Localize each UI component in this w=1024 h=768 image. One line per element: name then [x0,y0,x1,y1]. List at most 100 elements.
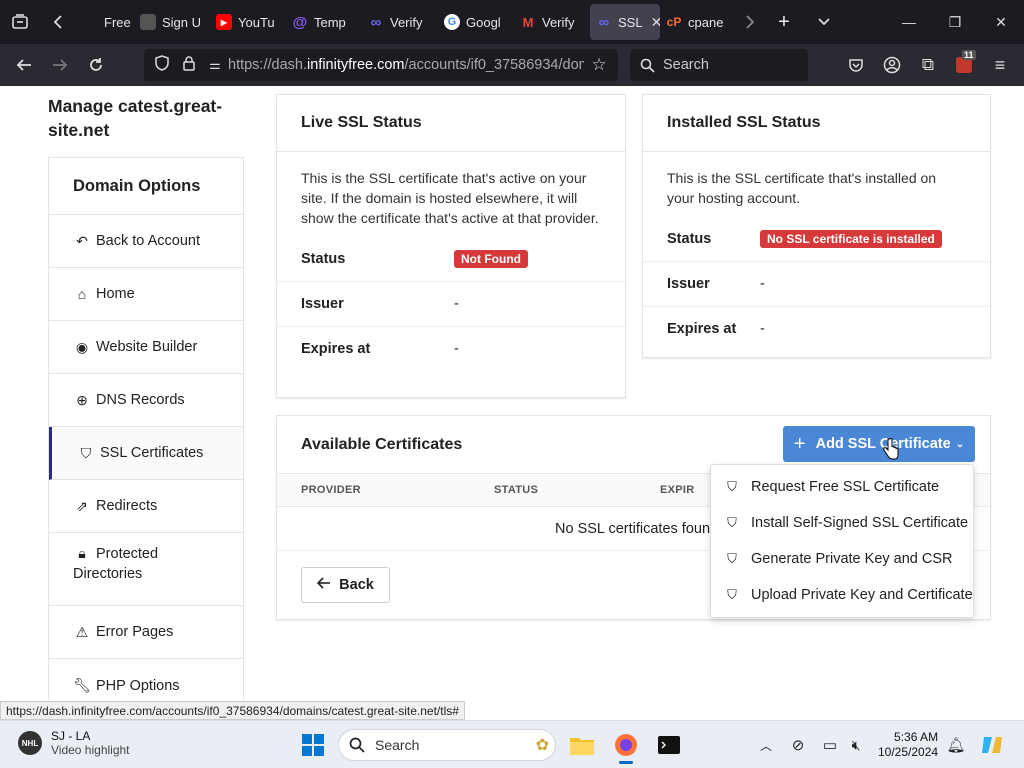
sidebar-item-error-pages[interactable]: ⚠︎ Error Pages [49,606,243,659]
show-hidden-icons-icon[interactable]: ︿ [750,729,782,761]
browser-tab[interactable]: cP cpane [660,0,736,44]
back-arrow-icon[interactable] [6,44,42,86]
close-window-icon[interactable]: ✕ [978,0,1024,44]
mouse-pointer-icon [883,437,899,463]
copilot-icon[interactable] [976,729,1008,761]
extensions-icon[interactable]: ⧉ [910,44,946,86]
sidebar-item-home[interactable]: ⌂ Home [49,268,243,321]
sidebar-item-ssl-certificates[interactable]: ⛉ SSL Certificates [49,427,243,480]
sidebar-item-protected-directories[interactable]: 🔒︎ Protected Directories [49,533,243,606]
tab-label: Free v [104,14,134,30]
arrow-left-icon [317,577,331,593]
minimize-icon[interactable]: — [886,0,932,44]
status-badge: No SSL certificate is installed [760,229,942,248]
new-tab-icon[interactable]: + [764,0,804,44]
menu-item-request-free-ssl[interactable]: ⛉ Request Free SSL Certificate [711,469,973,505]
tabs-scroll-right-icon[interactable] [736,0,764,44]
status-row: Status Not Found [277,236,625,281]
chevron-down-icon: ⌄ [955,438,965,450]
sidebar-item-label: Website Builder [96,339,198,355]
menu-item-generate-key-csr[interactable]: ⛉ Generate Private Key and CSR [711,541,973,577]
file-explorer-icon[interactable] [566,729,598,761]
close-tab-icon[interactable]: ✕ [651,14,660,31]
google-icon: G [444,14,460,30]
search-highlight-icon: ✿ [535,737,549,754]
page-content: Manage catest.great-site.net Domain Opti… [0,86,1024,720]
menu-item-install-self-signed[interactable]: ⛉ Install Self-Signed SSL Certificate [711,505,973,541]
shield-icon: ⛉ [80,444,92,461]
permissions-icon[interactable]: ⚌ [202,57,228,73]
system-clock[interactable]: 5:36 AM 10/25/2024 [878,730,938,760]
tabs-scroll-left-icon[interactable] [40,0,76,44]
taskbar-search-box[interactable]: Search ✿ [338,729,556,761]
domain-options-sidebar: Domain Options ↶ Back to Account ⌂ Home ◉ W… [48,157,244,713]
reload-icon[interactable] [78,44,114,86]
addon-notification-icon[interactable]: 11 [946,44,982,86]
menu-item-label: Request Free SSL Certificate [751,479,940,495]
status-badge: Not Found [454,249,528,268]
url-domain: infinityfree.com [307,57,405,73]
active-app-indicator [619,761,633,764]
home-icon: ⌂ [77,286,87,302]
add-ssl-certificate-button[interactable]: + Add SSL Certificate ⌄ [783,426,975,462]
firefox-icon[interactable] [610,729,642,764]
youtube-icon: ▶ [216,14,232,30]
sidebar-item-label: Back to Account [96,233,200,249]
list-all-tabs-icon[interactable] [804,0,844,44]
sidebar-item-website-builder[interactable]: ◉ Website Builder [49,321,243,374]
volume-icon[interactable]: 🔇︎ [840,729,872,761]
windows-taskbar: NHL SJ - LA Video highlight Search ✿ ︿ ⊘… [0,720,1024,768]
tracking-shield-icon[interactable] [148,55,176,75]
lock-icon[interactable] [176,55,202,75]
account-icon[interactable] [874,44,910,86]
notification-bell-icon[interactable]: 🔔︎ [940,729,972,761]
back-button[interactable]: Back [301,567,390,603]
bookmark-star-icon[interactable]: ☆ [584,55,614,75]
url-prefix: https://dash. [228,57,307,73]
menu-item-label: Upload Private Key and Certificate [751,587,973,603]
browser-tab-active[interactable]: ∞ SSL ✕ [590,4,660,40]
status-label: Status [301,250,346,267]
gmail-icon: M [522,14,534,30]
menu-item-upload-key-certificate[interactable]: ⛉ Upload Private Key and Certificate [711,577,973,613]
tab-label: Googl [466,14,501,30]
url-text[interactable]: https://dash.infinityfree.com/accounts/i… [228,57,584,73]
search-bar[interactable]: Search [630,49,808,81]
tab-label: SSL [618,14,643,30]
back-button-label: Back [339,577,374,593]
sidebar-item-dns-records[interactable]: ⊕ DNS Records [49,374,243,427]
card-description: This is the SSL certificate that's insta… [667,170,937,206]
at-icon: @ [292,13,308,31]
terminal-icon[interactable] [653,729,685,761]
browser-tab[interactable]: ∞ Verify [362,0,438,44]
sidebar-item-back-to-account[interactable]: ↶ Back to Account [49,215,243,268]
column-header: STATUS [494,484,539,496]
menu-icon[interactable]: ≡ [982,44,1018,86]
url-bar[interactable]: ⚌ https://dash.infinityfree.com/accounts… [144,49,618,81]
expires-value: - [454,341,459,357]
browser-tab[interactable]: Sign U [134,0,210,44]
infinity-icon: ∞ [598,13,610,31]
forward-arrow-icon[interactable] [42,44,78,86]
browser-tab[interactable]: ▶ YouTu [210,0,286,44]
browser-tab[interactable]: M Verify [514,0,590,44]
expires-row: Expires at - [277,326,625,371]
expires-label: Expires at [301,341,371,357]
pocket-icon[interactable] [838,44,874,86]
clock-date: 10/25/2024 [878,745,939,759]
restore-icon[interactable]: ❐ [932,0,978,44]
issuer-label: Issuer [667,276,710,292]
windows-start-icon[interactable] [297,729,329,761]
browser-tab[interactable]: @ Temp [286,0,362,44]
clock-time: 5:36 AM [894,730,939,744]
browser-tab[interactable]: Free v [76,0,134,44]
browser-tab[interactable]: G Googl [438,0,514,44]
network-icon[interactable]: ⊘ [782,729,814,761]
column-header: EXPIR [660,484,695,496]
tab-overview-icon[interactable] [0,0,40,44]
certificate-icon: ⛉ [727,479,737,494]
sidebar-item-redirects[interactable]: ⇗ Redirects [49,480,243,533]
sidebar-item-label: SSL Certificates [100,445,204,461]
news-widget[interactable]: NHL SJ - LA Video highlight [18,729,130,757]
tab-label: Verify [390,14,423,30]
